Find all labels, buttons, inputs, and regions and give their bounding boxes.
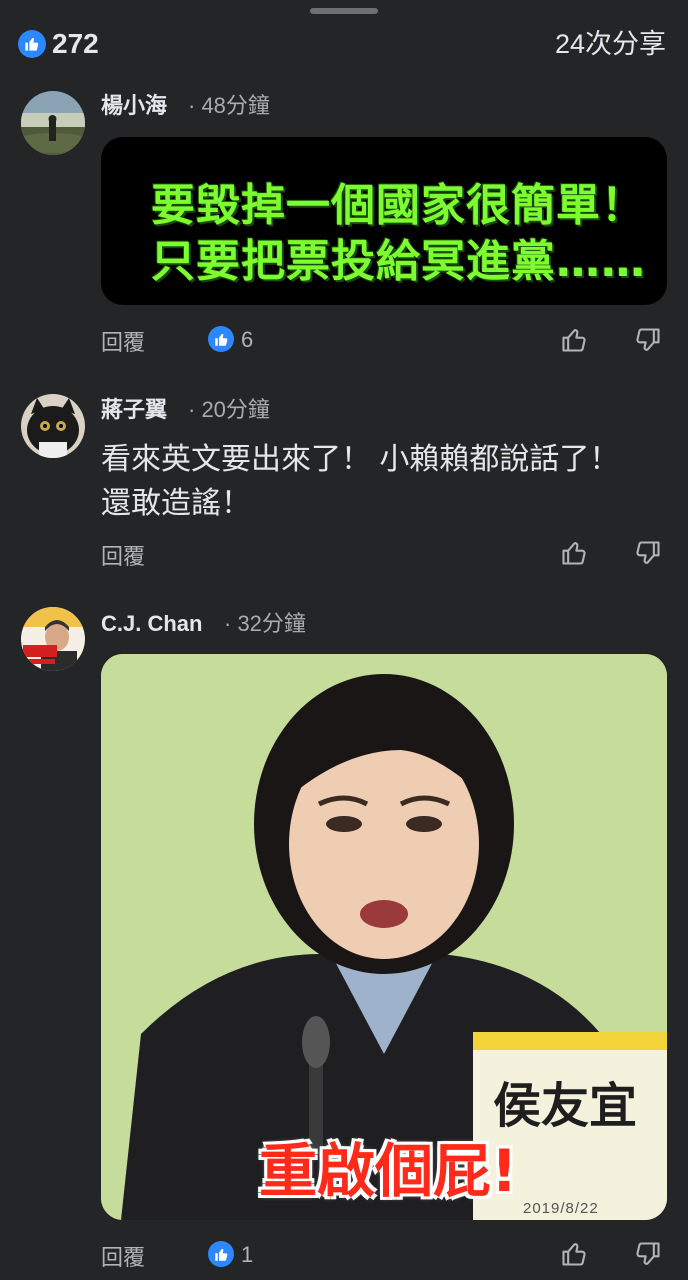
comment-image[interactable]: 要毀掉一個國家很簡單！ 只要把票投給冥進黨……: [101, 137, 667, 305]
meme-line-2: 只要把票投給冥進黨……: [151, 236, 646, 287]
reply-button[interactable]: 回覆: [101, 329, 145, 357]
share-count[interactable]: 24次分享: [555, 28, 666, 60]
like-reaction-icon[interactable]: [208, 1241, 234, 1267]
commenter-name[interactable]: 蔣子翼: [101, 396, 167, 424]
commenter-name[interactable]: 楊小海: [101, 92, 167, 120]
image-date: 2019/8/22: [523, 1200, 599, 1217]
avatar[interactable]: [21, 91, 85, 155]
comment-image[interactable]: 侯友宜 2019/8/22 重啟個屁!: [101, 654, 667, 1220]
thumbs-up-icon[interactable]: [559, 1239, 589, 1269]
thumbs-down-icon[interactable]: [633, 1239, 663, 1269]
reaction-count[interactable]: 6: [241, 326, 253, 354]
image-caption: 重啟個屁!: [259, 1137, 518, 1205]
thumbs-up-icon[interactable]: [559, 538, 589, 568]
comment-time: · 20分鐘: [188, 397, 270, 422]
like-reaction-icon[interactable]: [208, 326, 234, 352]
reply-button[interactable]: 回覆: [101, 543, 145, 571]
avatar[interactable]: [21, 607, 85, 671]
post-stats-bar: 272 24次分享: [18, 28, 670, 62]
comment-time: · 32分鐘: [224, 611, 306, 636]
comment-time: · 48分鐘: [188, 93, 270, 118]
like-count[interactable]: 272: [52, 28, 99, 60]
thumbs-up-icon[interactable]: [559, 325, 589, 355]
reaction-count[interactable]: 1: [241, 1241, 253, 1269]
drag-handle[interactable]: [310, 8, 378, 14]
avatar[interactable]: [21, 394, 85, 458]
comment-text: 看來英文要出來了！ 小賴賴都說話了！ 還敢造謠！: [101, 443, 620, 520]
meme-line-1: 要毀掉一個國家很簡單！: [151, 180, 646, 231]
commenter-name[interactable]: C.J. Chan: [101, 610, 202, 638]
like-reaction-icon[interactable]: [18, 30, 46, 58]
thumbs-down-icon[interactable]: [633, 325, 663, 355]
comments-sheet: 272 24次分享 楊小海 · 48分鐘 要毀掉一個國家很簡單！ 只要把票投給冥…: [0, 0, 688, 1280]
thumbs-down-icon[interactable]: [633, 538, 663, 568]
reply-button[interactable]: 回覆: [101, 1244, 145, 1272]
